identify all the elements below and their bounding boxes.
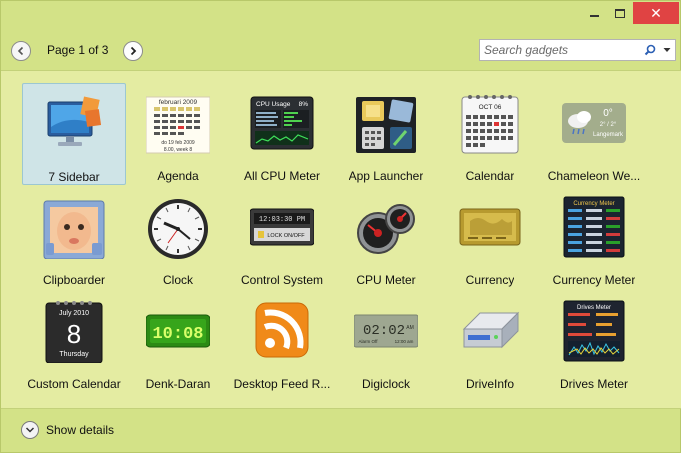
gadget-label: Currency Meter [552, 273, 636, 287]
drives-meter-title-text: Drives Meter [577, 305, 611, 311]
digiclock-ampm-text: AM [406, 325, 414, 331]
app-launcher-icon [354, 91, 418, 155]
control-system-icon: 12:03:30 PM LOCK ON/OFF [250, 195, 314, 259]
custom-cal-month-text: July 2010 [59, 310, 89, 317]
custom-cal-day-text: 8 [67, 319, 81, 349]
chevron-left-icon [17, 46, 24, 56]
rss-icon [250, 299, 314, 363]
gadget-tile[interactable]: DriveInfo [438, 291, 542, 393]
show-details-button[interactable]: Show details [21, 421, 114, 439]
gadget-label: Control System [240, 273, 324, 287]
gadget-label: 7 Sidebar [48, 170, 100, 184]
weather-icon: 0° 2° / 2° Langemark [562, 91, 626, 155]
gadget-tile[interactable]: App Launcher [334, 83, 438, 185]
digiclock-icon: 02:02 AM Alarm Off 12:00 am [354, 299, 418, 363]
currency-icon [458, 195, 522, 259]
digiclock-alarm-text: Alarm Off [359, 339, 379, 344]
gadget-label: Denk-Daran [145, 377, 211, 391]
digiclock-alarm-time-text: 12:00 am [395, 339, 414, 344]
weather-range-text: 2° / 2° [600, 122, 617, 128]
currency-meter-icon: Currency Meter [562, 195, 626, 259]
gadget-tile[interactable]: July 2010 8 Thursday Custom Calendar [22, 291, 126, 393]
gadget-label: Agenda [157, 169, 199, 183]
agenda-week-text: 8.00, week 8 [164, 147, 193, 153]
gadget-label: Digiclock [361, 377, 410, 391]
cpu-title-text: CPU Usage [256, 101, 291, 108]
toolbar: Page 1 of 3 [1, 35, 681, 67]
gadget-tile[interactable]: 02:02 AM Alarm Off 12:00 am Digiclock [334, 291, 438, 393]
weather-place-text: Langemark [593, 132, 624, 138]
gadget-label: DriveInfo [465, 377, 515, 391]
control-time-text: 12:03:30 PM [259, 216, 305, 224]
search-input[interactable] [480, 41, 641, 59]
search-icon[interactable] [641, 41, 659, 59]
gadget-tile[interactable]: 0° 2° / 2° Langemark Chameleon We... [542, 83, 646, 185]
cpu-usage-icon: CPU Usage 8% [250, 91, 314, 155]
calendar-month-text: OCT 06 [479, 104, 502, 111]
drives-meter-icon: Drives Meter [562, 299, 626, 363]
digiclock-time-text: 02:02 [363, 323, 405, 339]
next-page-button[interactable] [123, 41, 143, 61]
minimize-icon [589, 15, 599, 17]
drive-icon [458, 299, 522, 363]
previous-page-button[interactable] [11, 41, 31, 61]
currency-meter-title-text: Currency Meter [573, 201, 614, 207]
close-button[interactable]: ✕ [633, 2, 679, 24]
gadget-tile[interactable]: CPU Meter [334, 187, 438, 289]
agenda-month-text: februari 2009 [159, 99, 198, 106]
agenda-footer-text: do 19 feb 2009 [161, 140, 195, 146]
calendar-icon: OCT 06 [458, 91, 522, 155]
clipboard-photo-icon [42, 195, 106, 259]
custom-calendar-icon: July 2010 8 Thursday [42, 299, 106, 363]
gadget-label: Clock [162, 273, 193, 287]
gadget-tile[interactable]: OCT 06 Calendar [438, 83, 542, 185]
monitor-icon [42, 92, 106, 156]
show-details-label: Show details [46, 423, 115, 437]
gadget-tile[interactable]: Desktop Feed R... [230, 291, 334, 393]
chevron-right-icon [130, 46, 137, 56]
gadget-gallery: 7 Sidebar februari 2009 do 19 feb 2009 8… [1, 70, 681, 409]
digital-clock-icon: 10:08 [146, 299, 210, 363]
maximize-icon [615, 8, 625, 18]
denk-time-text: 10:08 [152, 325, 203, 344]
gadget-label: Custom Calendar [27, 377, 121, 391]
gadget-label: Calendar [465, 169, 515, 183]
gadget-tile[interactable]: CPU Usage 8% All CPU Meter [230, 83, 334, 185]
footer: Show details [1, 410, 681, 453]
gadget-tile[interactable]: Drives Meter Drives Meter [542, 291, 646, 393]
gadget-label: Currency [465, 273, 515, 287]
gadget-tile[interactable]: 10:08 Denk-Daran [126, 291, 230, 393]
page-indicator: Page 1 of 3 [47, 43, 109, 57]
gadget-tile[interactable]: Currency Meter Currency Meter [542, 187, 646, 289]
search-box [479, 39, 676, 61]
close-icon: ✕ [650, 4, 662, 21]
calendar-list-icon: februari 2009 do 19 feb 2009 8.00, week … [146, 91, 210, 155]
gadget-label: All CPU Meter [243, 169, 320, 183]
gadget-label: CPU Meter [356, 273, 416, 287]
gadget-tile[interactable]: Clipboarder [22, 187, 126, 289]
gadget-tile[interactable]: Currency [438, 187, 542, 289]
chevron-down-icon [21, 421, 39, 439]
weather-temp-text: 0° [603, 108, 613, 119]
gadget-label: App Launcher [348, 169, 424, 183]
gadget-label: Drives Meter [559, 377, 628, 391]
minimize-button[interactable] [581, 2, 607, 24]
gadget-label: Desktop Feed R... [233, 377, 331, 391]
custom-cal-weekday-text: Thursday [59, 351, 89, 358]
cpu-meter-icon [354, 195, 418, 259]
control-lock-text: LOCK ON/OFF [267, 233, 305, 239]
gadget-gallery-window: ✕ Page 1 of 3 Search gadgets 7 Sidebar f… [0, 0, 681, 453]
gadget-tile[interactable]: 12:03:30 PM LOCK ON/OFF Control System [230, 187, 334, 289]
gadget-tile[interactable]: februari 2009 do 19 feb 2009 8.00, week … [126, 83, 230, 185]
search-options-chevron-icon[interactable] [659, 41, 675, 59]
gadget-tile[interactable]: 7 Sidebar [22, 83, 126, 185]
cpu-percent-text: 8% [299, 101, 309, 108]
gadget-tile[interactable]: Clock [126, 187, 230, 289]
maximize-button[interactable] [607, 2, 633, 24]
title-bar: ✕ [1, 1, 681, 29]
gadget-label: Chameleon We... [547, 169, 641, 183]
gadget-label: Clipboarder [42, 273, 106, 287]
clock-icon [146, 195, 210, 259]
